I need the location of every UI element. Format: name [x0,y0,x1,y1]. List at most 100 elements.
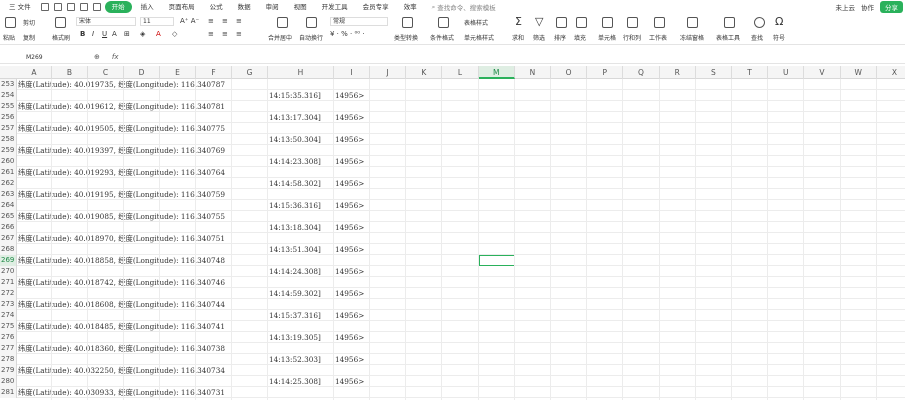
table-style-button[interactable]: 表格样式 [464,18,488,27]
find-icon[interactable] [754,17,765,28]
type-convert-button[interactable]: 类型转换 [394,33,418,42]
menu-tab-1[interactable]: 开始 [104,1,132,13]
row-header[interactable]: 254 [0,90,17,101]
column-header-t[interactable]: T [732,66,769,79]
fill-button[interactable]: 填充 [574,33,586,42]
fill-color-icon[interactable]: ◈ [140,30,145,38]
cell-i[interactable]: 14956> [335,156,364,167]
wrap-icon[interactable] [306,17,317,28]
cell-style-button[interactable]: 单元格样式 [464,33,494,42]
column-header-q[interactable]: Q [623,66,660,79]
cell-h[interactable]: 14:14:59.302] [269,288,321,299]
align-left-icon[interactable]: ≡ [208,30,214,38]
fill-icon[interactable] [576,17,587,28]
clear-icon[interactable]: ◇ [172,30,177,38]
cell-a[interactable]: 纬度(Latitude): 40.018360, 经度(Longitude): … [18,343,225,354]
menu-tab-9[interactable]: 会员专享 [357,1,395,13]
table-tools-icon[interactable] [724,17,735,28]
cell-h[interactable]: 14:13:18.304] [269,222,321,233]
cell-i[interactable]: 14956> [335,266,364,277]
cell-h[interactable]: 14:13:51.304] [269,244,321,255]
row-header[interactable]: 256 [0,112,17,123]
cell-i[interactable]: 14956> [335,134,364,145]
sum-button[interactable]: 求和 [512,33,524,42]
type-convert-icon[interactable] [402,17,413,28]
cell-h[interactable]: 14:13:50.304] [269,134,321,145]
row-header[interactable]: 279 [0,365,17,376]
spreadsheet-grid[interactable]: ABCDEFGHIJKLMNOPQRSTUVWX 253 纬度(Latitude)… [0,66,905,400]
fx-icon[interactable]: fx [112,53,119,61]
row-header[interactable]: 272 [0,288,17,299]
sum-icon[interactable]: Σ [515,15,522,28]
row-header[interactable]: 260 [0,156,17,167]
merge-button[interactable]: 合并居中 [268,33,292,42]
name-box[interactable]: M269 [4,52,84,63]
cell-h[interactable]: 14:15:36.316] [269,200,321,211]
cell-a[interactable]: 纬度(Latitude): 40.018608, 经度(Longitude): … [18,299,225,310]
cell-a[interactable]: 纬度(Latitude): 40.019735, 经度(Longitude): … [18,79,225,90]
column-header-u[interactable]: U [768,66,805,79]
cell-i[interactable]: 14956> [335,90,364,101]
row-header[interactable]: 280 [0,376,17,387]
cell-a[interactable]: 纬度(Latitude): 40.019397, 经度(Longitude): … [18,145,225,156]
row-header[interactable]: 281 [0,387,17,398]
paste-button[interactable]: 粘贴 [3,33,15,42]
column-header-l[interactable]: L [442,66,479,79]
format-painter-button[interactable]: 格式刷 [52,33,70,42]
cell-a[interactable]: 纬度(Latitude): 40.019612, 经度(Longitude): … [18,101,225,112]
menu-tab-3[interactable]: 页面布局 [163,1,201,13]
column-header-b[interactable]: B [52,66,88,79]
column-header-a[interactable]: A [17,66,52,79]
align-center-icon[interactable]: ≡ [222,30,228,38]
row-header[interactable]: 267 [0,233,17,244]
sort-icon[interactable] [556,17,567,28]
row-header[interactable]: 274 [0,310,17,321]
share-button[interactable]: 分享 [880,1,903,13]
menu-tab-4[interactable]: 公式 [204,1,229,13]
row-header[interactable]: 278 [0,354,17,365]
cell-i[interactable]: 14956> [335,288,364,299]
format-painter-icon[interactable] [55,17,66,28]
cell-i[interactable]: 14956> [335,222,364,233]
bold-icon[interactable]: B [80,30,85,38]
cell-i[interactable]: 14956> [335,178,364,189]
conditional-format-icon[interactable] [438,17,449,28]
column-header-p[interactable]: P [587,66,624,79]
column-header-m[interactable]: M [478,66,515,79]
menu-tab-6[interactable]: 审阅 [260,1,285,13]
menu-tab-10[interactable]: 效率 [398,1,423,13]
column-header-n[interactable]: N [515,66,551,79]
zoom-icon[interactable]: ⊕ [94,53,100,61]
cell-h[interactable]: 14:14:23.308] [269,156,321,167]
row-header[interactable]: 266 [0,222,17,233]
font-size-select[interactable]: 11 [140,17,174,26]
menu-tab-0[interactable]: 三 文件 [3,1,37,13]
cell-i[interactable]: 14956> [335,310,364,321]
cell-i[interactable]: 14956> [335,354,364,365]
cell-a[interactable]: 纬度(Latitude): 40.032250, 经度(Longitude): … [18,365,225,376]
cell-a[interactable]: 纬度(Latitude): 40.019505, 经度(Longitude): … [18,123,225,134]
row-header[interactable]: 273 [0,299,17,310]
align-middle-icon[interactable]: ≡ [222,17,228,25]
row-header[interactable]: 255 [0,101,17,112]
cell-h[interactable]: 14:14:24.308] [269,266,321,277]
row-header[interactable]: 275 [0,321,17,332]
column-header-g[interactable]: G [232,66,268,79]
align-bottom-icon[interactable]: ≡ [236,17,242,25]
cell-a[interactable]: 纬度(Latitude): 40.019085, 经度(Longitude): … [18,211,225,222]
paste-icon[interactable] [5,17,16,28]
row-header[interactable]: 269 [0,255,17,266]
cell-h[interactable]: 14:13:19.305] [269,332,321,343]
freeze-button[interactable]: 冻结窗格 [680,33,704,42]
print-icon[interactable] [53,3,62,11]
column-header-j[interactable]: J [370,66,407,79]
row-header[interactable]: 261 [0,167,17,178]
cloud-status[interactable]: 未上云 [836,2,856,12]
underline-icon[interactable]: U [102,30,107,38]
column-header-s[interactable]: S [696,66,732,79]
column-header-e[interactable]: E [160,66,196,79]
align-top-icon[interactable]: ≡ [208,17,214,25]
column-header-r[interactable]: R [660,66,696,79]
cell-h[interactable]: 14:13:52.303] [269,354,321,365]
symbol-button[interactable]: 符号 [773,33,785,42]
